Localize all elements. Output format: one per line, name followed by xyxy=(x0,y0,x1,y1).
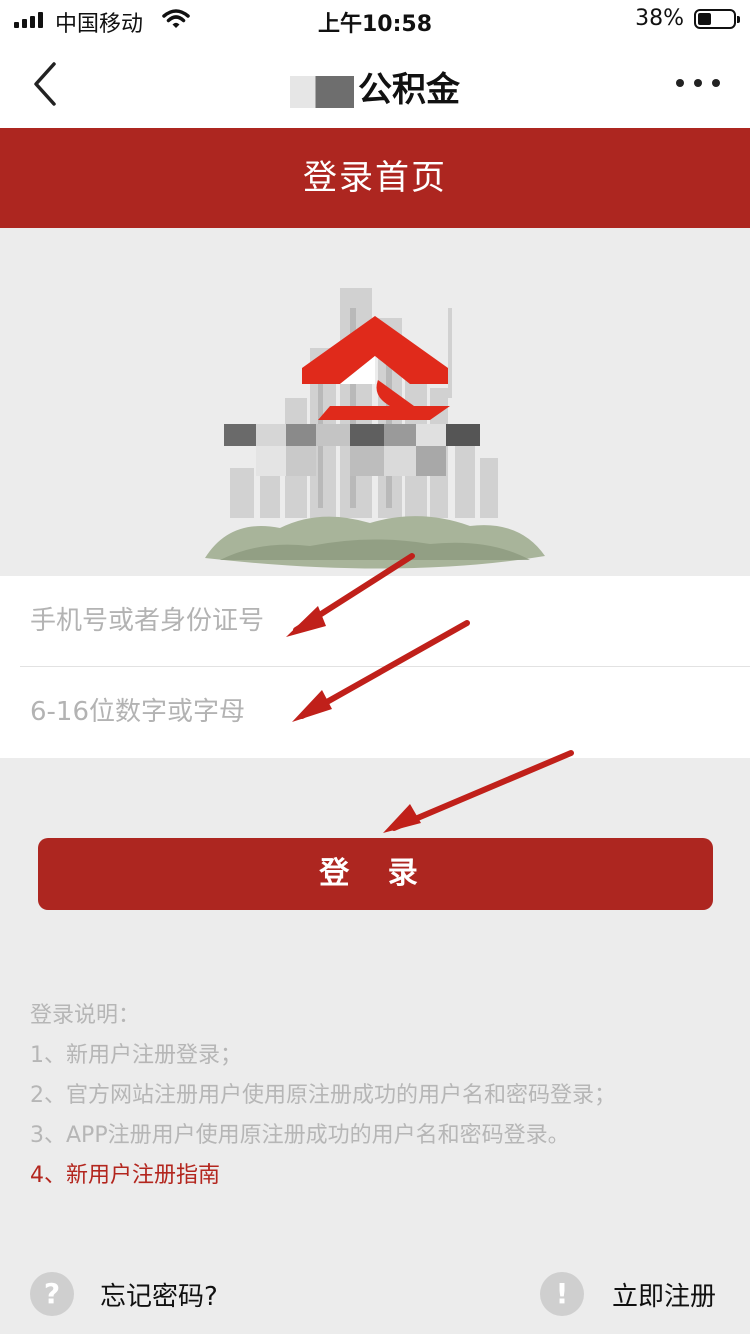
login-instructions: 登录说明： 1、新用户注册登录； 2、官方网站注册用户使用原注册成功的用户名和密… xyxy=(30,996,730,1196)
more-dot xyxy=(694,79,702,87)
register-label: 立即注册 xyxy=(612,1282,717,1312)
login-header: 登录首页 xyxy=(0,128,750,228)
bottom-actions: ? 忘记密码? ! 立即注册 xyxy=(0,1262,750,1334)
instruction-item: 2、官方网站注册用户使用原注册成功的用户名和密码登录； xyxy=(30,1083,616,1108)
account-input[interactable] xyxy=(30,576,630,666)
question-icon: ? xyxy=(30,1272,74,1316)
more-dot xyxy=(712,79,720,87)
login-form xyxy=(0,576,750,758)
more-dot xyxy=(676,79,684,87)
housing-fund-logo-illustration xyxy=(205,288,545,569)
status-bar: 中国移动 上午10:58 38% xyxy=(0,0,750,40)
forgot-password-label: 忘记密码? xyxy=(100,1282,218,1312)
account-field xyxy=(20,576,750,667)
arrow-head xyxy=(383,804,421,833)
instruction-item: 3、APP注册用户使用原注册成功的用户名和密码登录。 xyxy=(30,1123,570,1148)
register-button[interactable]: ! 立即注册 xyxy=(540,1262,740,1326)
instructions-heading: 登录说明： xyxy=(30,1003,141,1028)
page-title-text: 公积金 xyxy=(358,70,460,110)
battery-percentage: 38% xyxy=(635,6,684,31)
password-field xyxy=(20,667,750,757)
login-button[interactable]: 登 录 xyxy=(38,838,713,910)
password-input[interactable] xyxy=(30,667,630,757)
page-title: 公积金 xyxy=(0,62,750,111)
nav-bar: 公积金 xyxy=(0,40,750,128)
battery-icon xyxy=(694,9,740,29)
registration-guide-link[interactable]: 4、新用户注册指南 xyxy=(30,1156,730,1196)
redacted-title-prefix xyxy=(290,75,354,108)
exclamation-icon: ! xyxy=(540,1272,584,1316)
instruction-item: 1、新用户注册登录； xyxy=(30,1043,242,1068)
logo-area xyxy=(0,228,750,576)
more-options-button[interactable] xyxy=(676,68,720,98)
